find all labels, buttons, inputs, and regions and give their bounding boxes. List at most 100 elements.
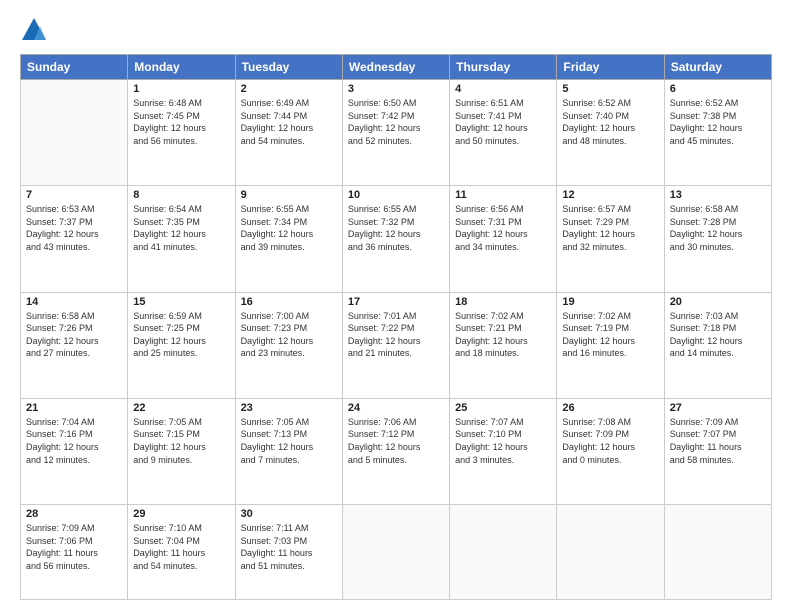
week-row-2: 14Sunrise: 6:58 AM Sunset: 7:26 PM Dayli… xyxy=(21,292,772,398)
day-info: Sunrise: 7:10 AM Sunset: 7:04 PM Dayligh… xyxy=(133,522,229,572)
header-wednesday: Wednesday xyxy=(342,55,449,80)
day-number: 22 xyxy=(133,402,229,414)
day-cell: 16 Sunrise: 7:00 AM Sunset: 7:23 PM Dayli… xyxy=(235,292,342,398)
day-info: Sunrise: 7:02 AM Sunset: 7:19 PM Dayligh… xyxy=(562,310,658,360)
day-cell: 15 Sunrise: 6:59 AM Sunset: 7:25 PM Dayli… xyxy=(128,292,235,398)
day-cell: 7 Sunrise: 6:53 AM Sunset: 7:37 PM Daylig… xyxy=(21,186,128,292)
day-number: 20 xyxy=(670,296,766,308)
day-cell: 14Sunrise: 6:58 AM Sunset: 7:26 PM Dayli… xyxy=(21,292,128,398)
day-info: Sunrise: 6:58 AM Sunset: 7:26 PM Dayligh… xyxy=(26,310,122,360)
day-info: Sunrise: 7:09 AM Sunset: 7:07 PM Dayligh… xyxy=(670,416,766,466)
day-number: 26 xyxy=(562,402,658,414)
day-info: Sunrise: 7:04 AM Sunset: 7:16 PM Dayligh… xyxy=(26,416,122,466)
day-cell: 17 Sunrise: 7:01 AM Sunset: 7:22 PM Dayli… xyxy=(342,292,449,398)
week-row-4: 28 Sunrise: 7:09 AM Sunset: 7:06 PM Dayli… xyxy=(21,505,772,600)
day-info: Sunrise: 7:03 AM Sunset: 7:18 PM Dayligh… xyxy=(670,310,766,360)
day-cell xyxy=(21,80,128,186)
day-info: Sunrise: 6:52 AM Sunset: 7:40 PM Dayligh… xyxy=(562,97,658,147)
day-cell: 12 Sunrise: 6:57 AM Sunset: 7:29 PM Dayli… xyxy=(557,186,664,292)
logo xyxy=(20,16,52,44)
day-info: Sunrise: 7:06 AM Sunset: 7:12 PM Dayligh… xyxy=(348,416,444,466)
day-number: 19 xyxy=(562,296,658,308)
day-number: 12 xyxy=(562,189,658,201)
day-cell: 27 Sunrise: 7:09 AM Sunset: 7:07 PM Dayli… xyxy=(664,398,771,504)
day-info: Sunrise: 7:08 AM Sunset: 7:09 PM Dayligh… xyxy=(562,416,658,466)
day-cell: 8 Sunrise: 6:54 AM Sunset: 7:35 PM Daylig… xyxy=(128,186,235,292)
header-thursday: Thursday xyxy=(450,55,557,80)
day-info: Sunrise: 6:59 AM Sunset: 7:25 PM Dayligh… xyxy=(133,310,229,360)
day-cell: 9 Sunrise: 6:55 AM Sunset: 7:34 PM Daylig… xyxy=(235,186,342,292)
week-row-1: 7 Sunrise: 6:53 AM Sunset: 7:37 PM Daylig… xyxy=(21,186,772,292)
day-cell: 22 Sunrise: 7:05 AM Sunset: 7:15 PM Dayli… xyxy=(128,398,235,504)
logo-icon xyxy=(20,16,48,44)
day-info: Sunrise: 6:58 AM Sunset: 7:28 PM Dayligh… xyxy=(670,203,766,253)
day-cell: 5 Sunrise: 6:52 AM Sunset: 7:40 PM Daylig… xyxy=(557,80,664,186)
day-cell: 2Sunrise: 6:49 AM Sunset: 7:44 PM Daylig… xyxy=(235,80,342,186)
day-info: Sunrise: 7:05 AM Sunset: 7:15 PM Dayligh… xyxy=(133,416,229,466)
day-number: 4 xyxy=(455,83,551,95)
day-info: Sunrise: 7:11 AM Sunset: 7:03 PM Dayligh… xyxy=(241,522,337,572)
day-cell: 18 Sunrise: 7:02 AM Sunset: 7:21 PM Dayli… xyxy=(450,292,557,398)
day-cell: 19 Sunrise: 7:02 AM Sunset: 7:19 PM Dayli… xyxy=(557,292,664,398)
day-number: 27 xyxy=(670,402,766,414)
day-cell xyxy=(664,505,771,600)
day-number: 25 xyxy=(455,402,551,414)
day-number: 9 xyxy=(241,189,337,201)
header-monday: Monday xyxy=(128,55,235,80)
day-cell xyxy=(342,505,449,600)
day-info: Sunrise: 7:05 AM Sunset: 7:13 PM Dayligh… xyxy=(241,416,337,466)
day-number: 23 xyxy=(241,402,337,414)
day-info: Sunrise: 6:48 AM Sunset: 7:45 PM Dayligh… xyxy=(133,97,229,147)
day-cell: 23 Sunrise: 7:05 AM Sunset: 7:13 PM Dayli… xyxy=(235,398,342,504)
day-number: 30 xyxy=(241,508,337,520)
day-info: Sunrise: 6:54 AM Sunset: 7:35 PM Dayligh… xyxy=(133,203,229,253)
day-info: Sunrise: 7:02 AM Sunset: 7:21 PM Dayligh… xyxy=(455,310,551,360)
day-number: 11 xyxy=(455,189,551,201)
day-info: Sunrise: 7:00 AM Sunset: 7:23 PM Dayligh… xyxy=(241,310,337,360)
day-number: 7 xyxy=(26,189,122,201)
day-cell xyxy=(450,505,557,600)
day-info: Sunrise: 6:51 AM Sunset: 7:41 PM Dayligh… xyxy=(455,97,551,147)
day-number: 18 xyxy=(455,296,551,308)
day-cell: 29 Sunrise: 7:10 AM Sunset: 7:04 PM Dayli… xyxy=(128,505,235,600)
day-cell xyxy=(557,505,664,600)
day-number: 6 xyxy=(670,83,766,95)
day-number: 13 xyxy=(670,189,766,201)
day-number: 10 xyxy=(348,189,444,201)
day-info: Sunrise: 6:53 AM Sunset: 7:37 PM Dayligh… xyxy=(26,203,122,253)
day-number: 21 xyxy=(26,402,122,414)
header-tuesday: Tuesday xyxy=(235,55,342,80)
day-cell: 4 Sunrise: 6:51 AM Sunset: 7:41 PM Daylig… xyxy=(450,80,557,186)
week-row-3: 21 Sunrise: 7:04 AM Sunset: 7:16 PM Dayli… xyxy=(21,398,772,504)
day-cell: 6Sunrise: 6:52 AM Sunset: 7:38 PM Daylig… xyxy=(664,80,771,186)
day-cell: 25 Sunrise: 7:07 AM Sunset: 7:10 PM Dayli… xyxy=(450,398,557,504)
day-cell: 13 Sunrise: 6:58 AM Sunset: 7:28 PM Dayli… xyxy=(664,186,771,292)
calendar-header-row: SundayMondayTuesdayWednesdayThursdayFrid… xyxy=(21,55,772,80)
day-info: Sunrise: 7:07 AM Sunset: 7:10 PM Dayligh… xyxy=(455,416,551,466)
day-number: 15 xyxy=(133,296,229,308)
day-cell: 1Sunrise: 6:48 AM Sunset: 7:45 PM Daylig… xyxy=(128,80,235,186)
day-cell: 21 Sunrise: 7:04 AM Sunset: 7:16 PM Dayli… xyxy=(21,398,128,504)
day-number: 5 xyxy=(562,83,658,95)
day-info: Sunrise: 6:55 AM Sunset: 7:34 PM Dayligh… xyxy=(241,203,337,253)
day-cell: 20 Sunrise: 7:03 AM Sunset: 7:18 PM Dayli… xyxy=(664,292,771,398)
day-info: Sunrise: 7:01 AM Sunset: 7:22 PM Dayligh… xyxy=(348,310,444,360)
calendar-table: SundayMondayTuesdayWednesdayThursdayFrid… xyxy=(20,54,772,600)
day-info: Sunrise: 6:57 AM Sunset: 7:29 PM Dayligh… xyxy=(562,203,658,253)
day-info: Sunrise: 7:09 AM Sunset: 7:06 PM Dayligh… xyxy=(26,522,122,572)
day-number: 3 xyxy=(348,83,444,95)
day-cell: 30 Sunrise: 7:11 AM Sunset: 7:03 PM Dayli… xyxy=(235,505,342,600)
day-cell: 3 Sunrise: 6:50 AM Sunset: 7:42 PM Daylig… xyxy=(342,80,449,186)
day-cell: 24Sunrise: 7:06 AM Sunset: 7:12 PM Dayli… xyxy=(342,398,449,504)
day-number: 28 xyxy=(26,508,122,520)
day-number: 29 xyxy=(133,508,229,520)
week-row-0: 1Sunrise: 6:48 AM Sunset: 7:45 PM Daylig… xyxy=(21,80,772,186)
header-saturday: Saturday xyxy=(664,55,771,80)
day-cell: 10Sunrise: 6:55 AM Sunset: 7:32 PM Dayli… xyxy=(342,186,449,292)
day-info: Sunrise: 6:50 AM Sunset: 7:42 PM Dayligh… xyxy=(348,97,444,147)
day-number: 8 xyxy=(133,189,229,201)
day-number: 17 xyxy=(348,296,444,308)
header-friday: Friday xyxy=(557,55,664,80)
day-number: 16 xyxy=(241,296,337,308)
day-number: 2 xyxy=(241,83,337,95)
